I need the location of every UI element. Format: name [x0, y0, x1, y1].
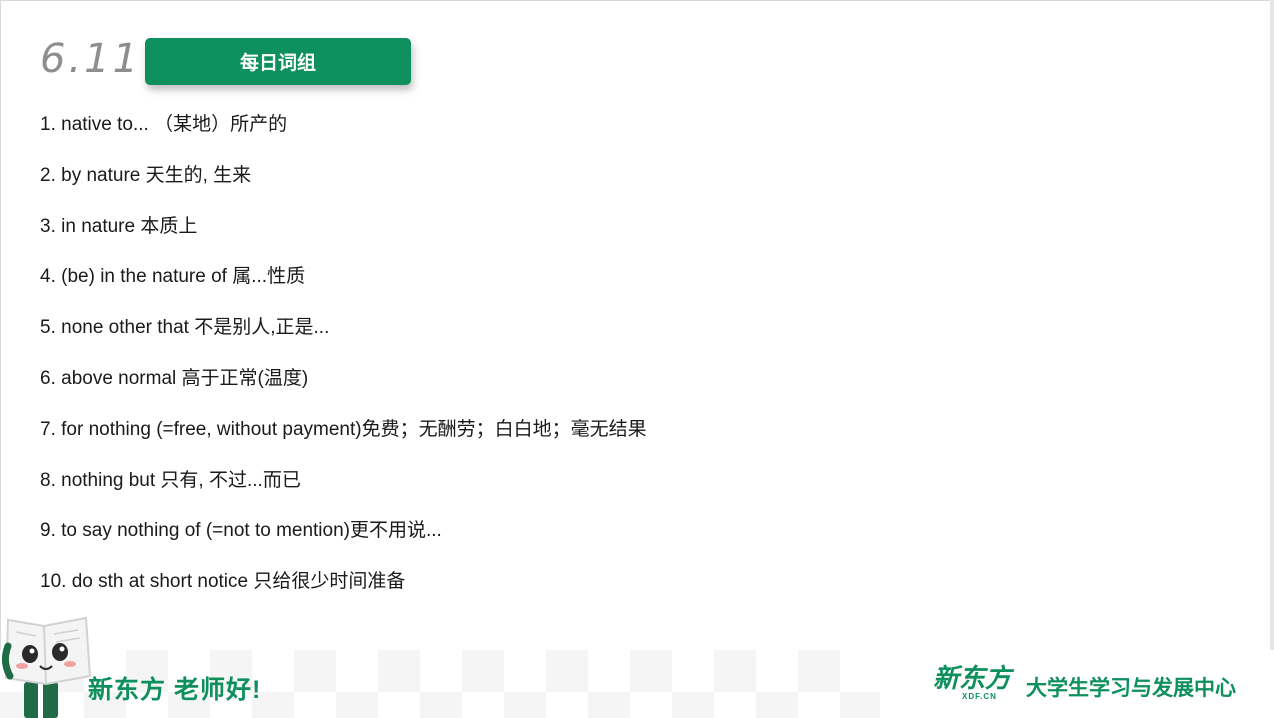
phrase-item: 9. to say nothing of (=not to mention)更不… — [40, 520, 442, 542]
slide-edge — [1270, 0, 1274, 718]
footer-slogan: 新东方 老师好! — [88, 676, 262, 704]
phrase-item: 1. native to... （某地）所产的 — [40, 114, 288, 135]
phrase-item: 7. for nothing (=free, without payment)免… — [40, 418, 647, 440]
phrase-item: 10. do sth at short notice 只给很少时间准备 — [40, 571, 406, 593]
phrase-item: 6. above normal 高于正常(温度) — [40, 367, 309, 389]
phrase-item: 2. by nature 天生的, 生来 — [40, 164, 252, 186]
book-mascot-icon — [1, 616, 92, 718]
phrase-item: 8. nothing but 只有, 不过...而已 — [40, 469, 301, 491]
brand-logo: 新东方 — [933, 664, 1012, 694]
brand-logo-subtext: XDF.CN — [962, 692, 997, 701]
phrase-item: 5. none other that 不是别人,正是... — [40, 317, 330, 339]
phrase-list: 1. native to... （某地）所产的 2. by nature 天生的… — [40, 112, 647, 620]
phrase-item: 4. (be) in the nature of 属...性质 — [40, 266, 306, 288]
brand-org-name: 大学生学习与发展中心 — [1026, 677, 1236, 700]
date-label: 6.11 — [40, 36, 142, 82]
phrase-item: 3. in nature 本质上 — [40, 215, 198, 237]
title-badge: 每日词组 — [145, 38, 411, 85]
